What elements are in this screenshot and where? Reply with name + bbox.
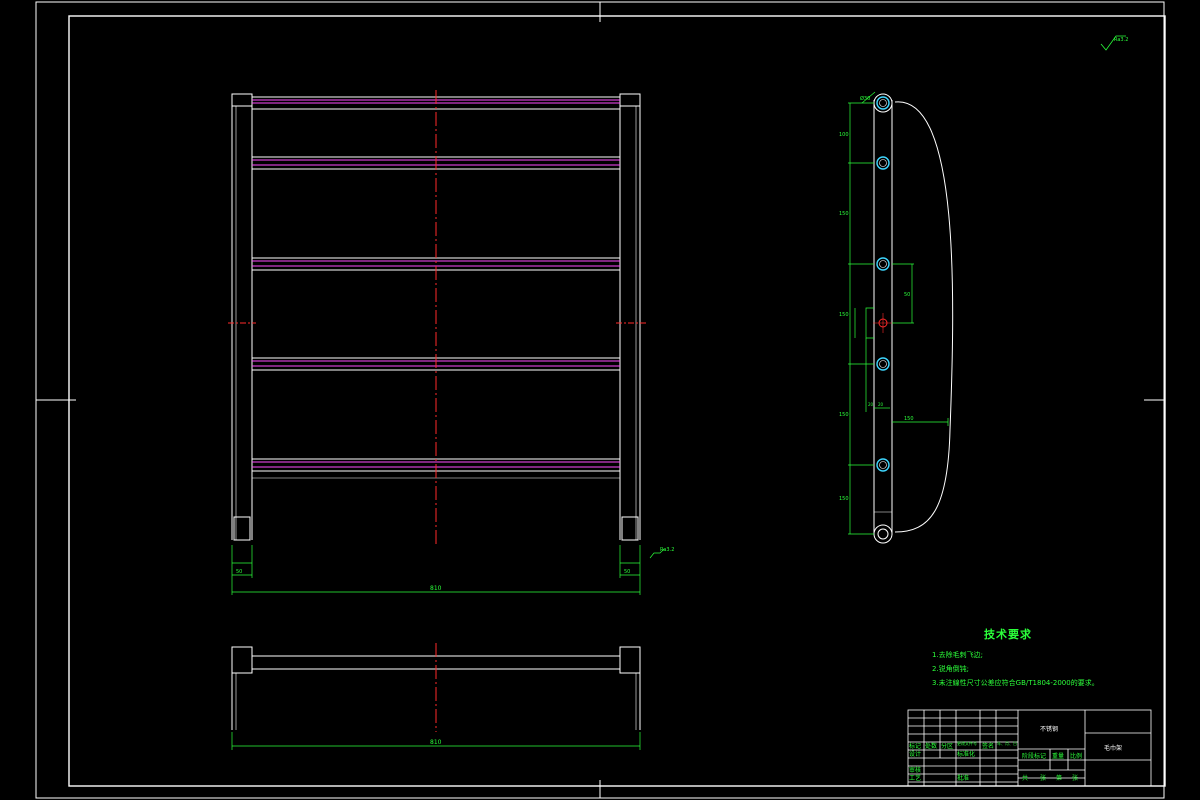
side-offset-dim: 50: [904, 292, 910, 298]
side-dim-3: 150: [839, 312, 849, 318]
rail-holes: [876, 96, 890, 472]
side-dim-4: 150: [839, 412, 849, 418]
front-view: 50 50 810 Ra3.2: [228, 90, 674, 595]
front-leg-dim-right: 50: [624, 569, 630, 575]
right-post-cap: [619, 93, 641, 107]
tb-label-change-doc: 更改文件号: [957, 741, 977, 746]
swing-arc: [894, 101, 954, 533]
tb-label-count: 处数: [925, 743, 938, 750]
side-dim-5: 150: [839, 496, 849, 502]
left-post-cap: [231, 93, 253, 107]
side-view: Ø30 100 150 150 150 150 50 20 20 150: [839, 91, 954, 544]
front-roughness-label: Ra3.2: [660, 547, 674, 553]
left-leg-foot: [233, 516, 251, 541]
tech-requirement-2: 2.锐角倒钝;: [932, 665, 970, 673]
sheet-inner-border: [68, 15, 1166, 787]
side-dim-1: 100: [839, 132, 849, 138]
bottom-pivot: [873, 524, 893, 544]
tb-label-scale: 比例: [1070, 753, 1083, 760]
side-step-dim-1: 20: [868, 402, 874, 407]
title-block-drawing-name: 毛巾架: [1104, 745, 1123, 752]
side-hole-dim: Ø30: [860, 95, 870, 102]
side-width-dim: 150: [904, 416, 914, 422]
tb-label-sheets: 张: [1040, 775, 1047, 782]
plan-view: 810: [231, 643, 641, 750]
tb-label-weight: 重量: [1052, 753, 1065, 760]
front-overall-dim: 810: [430, 585, 442, 592]
tb-label-sheet: 张: [1072, 775, 1079, 782]
tb-label-design: 设计: [909, 751, 922, 758]
roughness-symbol: Ra3.2: [1100, 35, 1128, 51]
tb-label-date: 年、月、日: [997, 741, 1017, 746]
tb-label-stage: 阶段标记: [1022, 753, 1047, 760]
front-leg-dims: [231, 545, 665, 595]
front-leg-dim-left: 50: [236, 569, 242, 575]
side-dim-2: 150: [839, 211, 849, 217]
tech-requirements-title: 技术要求: [984, 628, 1032, 641]
right-leg-foot: [621, 516, 639, 541]
title-block-material: 不锈钢: [1040, 726, 1059, 733]
tb-label-no: 第: [1056, 775, 1063, 782]
tb-label-total: 共: [1022, 775, 1029, 782]
tb-label-standard: 标准化: [957, 751, 976, 758]
side-step-dim-2: 20: [878, 402, 884, 407]
tech-requirement-3: 3.未注線性尺寸公差应符合GB/T1804-2000的要求。: [932, 679, 1099, 687]
tb-label-process: 工艺: [909, 775, 922, 782]
plan-overall-dim: 810: [430, 739, 442, 746]
tb-label-zone: 分区: [941, 743, 954, 750]
tb-label-approve: 批准: [957, 775, 970, 782]
tb-label-sign: 签名: [982, 743, 995, 750]
tech-requirement-1: 1.去除毛刺飞边;: [932, 651, 984, 659]
roughness-label: Ra3.2: [1114, 37, 1128, 43]
